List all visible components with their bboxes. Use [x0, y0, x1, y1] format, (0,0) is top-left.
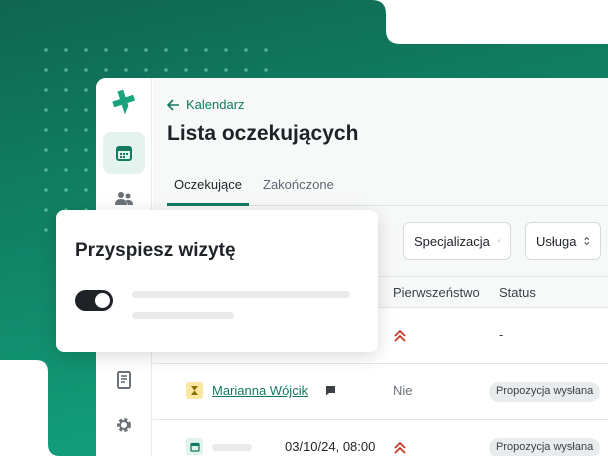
appointment-date: 03/10/24, 08:00 — [285, 439, 376, 454]
toggle-knob — [95, 293, 110, 308]
comment-icon[interactable] — [325, 385, 336, 396]
back-link[interactable]: Kalendarz — [167, 97, 245, 112]
gear-icon — [117, 418, 131, 432]
page-title: Lista oczekujących — [167, 122, 359, 145]
back-link-label: Kalendarz — [186, 97, 245, 112]
tab-bar: Oczekujące Zakończone — [167, 174, 608, 206]
card-title: Przyspiesz wizytę — [75, 240, 236, 261]
status-badge: Propozycja wysłana — [489, 382, 601, 402]
table-row[interactable]: Marianna Wójcik Nie Propozycja wysłana — [153, 364, 608, 420]
sidebar-item-calendar[interactable] — [103, 132, 145, 174]
column-header-status: Status — [499, 285, 536, 300]
sidebar-item-book[interactable] — [103, 359, 145, 401]
expedite-toggle[interactable] — [75, 290, 113, 311]
screen: Kalendarz Lista oczekujących Oczekujące … — [0, 0, 608, 456]
tab-completed[interactable]: Zakończone — [263, 177, 334, 192]
sort-chevrons-icon — [498, 239, 500, 243]
priority-text: Nie — [393, 383, 413, 398]
text-placeholder-line — [132, 312, 234, 319]
book-icon — [117, 371, 131, 389]
service-filter[interactable]: Usługa — [525, 222, 601, 260]
specialization-filter-label: Specjalizacja — [414, 233, 490, 249]
patient-name-link[interactable]: Marianna Wójcik — [212, 383, 308, 398]
name-placeholder — [212, 444, 252, 451]
priority-high-icon — [394, 329, 406, 342]
active-tab-indicator — [167, 203, 249, 206]
expedite-visit-card: Przyspiesz wizytę — [56, 210, 378, 352]
sort-chevrons-icon — [584, 236, 590, 246]
sidebar-item-settings[interactable] — [103, 404, 145, 446]
users-icon — [115, 192, 133, 205]
calendar-icon — [116, 146, 132, 161]
column-header-priority: Pierwszeństwo — [393, 285, 480, 300]
hourglass-icon — [186, 382, 203, 399]
specialization-filter[interactable]: Specjalizacja — [403, 222, 511, 260]
calendar-small-icon — [186, 438, 203, 455]
arrow-left-icon — [167, 98, 179, 111]
status-text: - — [499, 327, 504, 342]
priority-high-icon — [394, 441, 406, 454]
table-row[interactable]: 03/10/24, 08:00 Propozycja wysłana — [153, 420, 608, 456]
medical-cross-logo-icon — [112, 89, 136, 115]
status-badge: Propozycja wysłana — [489, 438, 601, 456]
text-placeholder-line — [132, 291, 350, 298]
service-filter-label: Usługa — [536, 233, 577, 249]
tab-waiting[interactable]: Oczekujące — [174, 177, 242, 192]
